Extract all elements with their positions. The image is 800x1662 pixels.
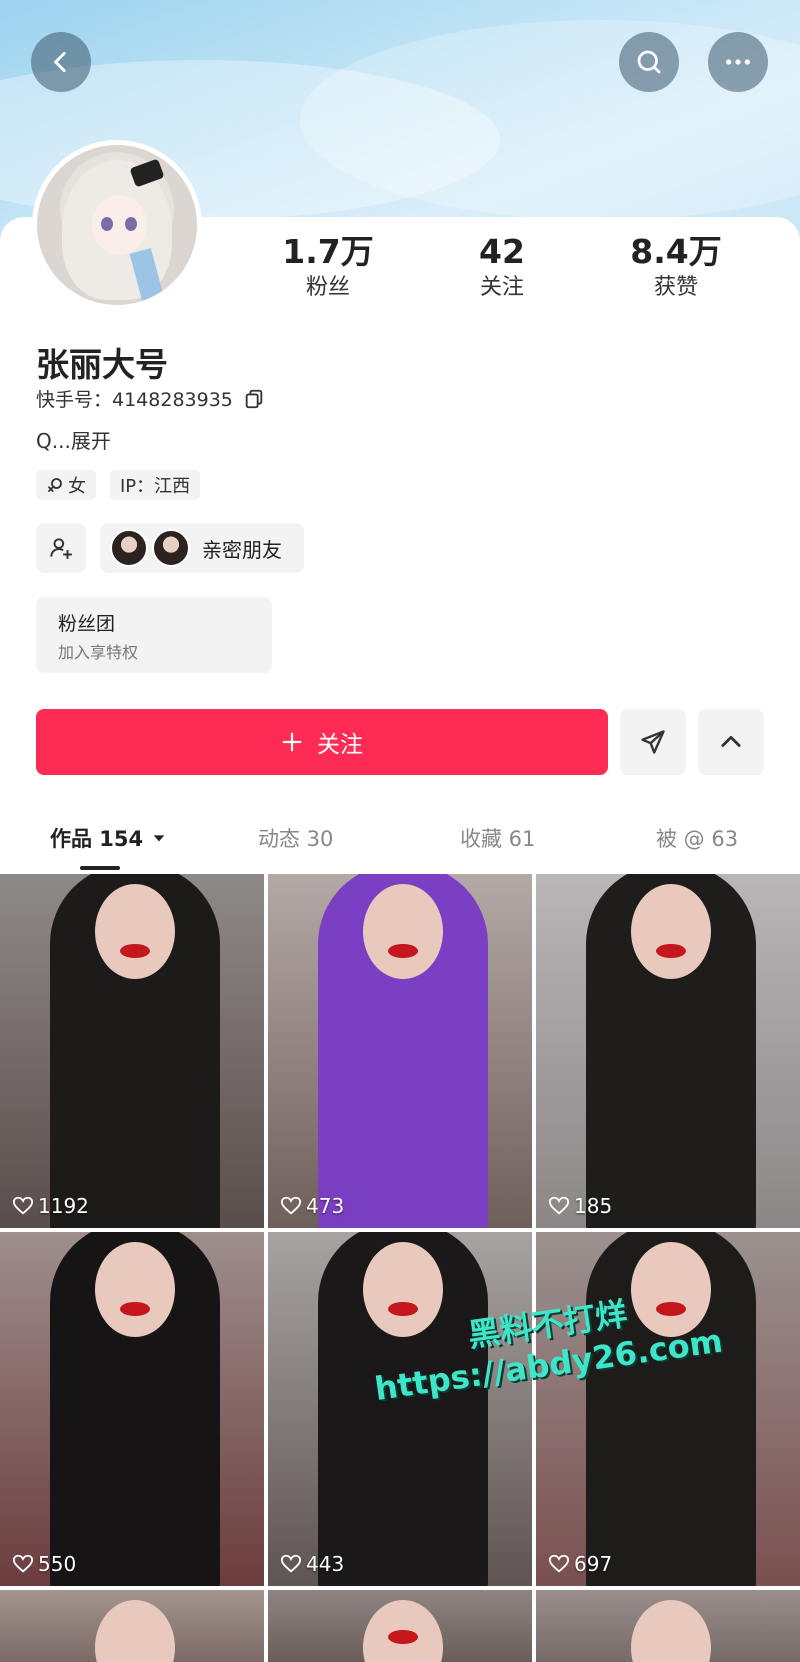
tab-mentions[interactable]: 被 @ 63 [656, 823, 738, 853]
stat-likes[interactable]: 8.4万 获赞 [596, 232, 756, 304]
heart-icon [12, 1196, 34, 1215]
tab-works-label: 作品 154 [50, 827, 144, 851]
post-likes-count: 185 [574, 1194, 613, 1218]
profile-name: 张丽大号 [36, 345, 168, 384]
likes-count: 8.4万 [630, 232, 722, 271]
followers-label: 粉丝 [305, 275, 350, 300]
post-likes-count: 550 [38, 1552, 77, 1576]
post-likes: 473 [280, 1194, 344, 1218]
post-tile[interactable]: 550 [0, 1232, 264, 1586]
post-tile[interactable]: 473 [268, 874, 532, 1228]
tab-moments[interactable]: 动态 30 [258, 823, 333, 853]
post-tile[interactable] [268, 1590, 532, 1662]
more-horizontal-icon [726, 59, 750, 65]
ip-text: IP：江西 [120, 476, 191, 497]
following-label: 关注 [479, 275, 524, 300]
female-icon [48, 478, 62, 492]
friend-avatar-2 [152, 529, 190, 567]
heart-icon [280, 1196, 302, 1215]
heart-icon [548, 1554, 570, 1573]
chevron-up-icon [721, 735, 741, 747]
bio-text[interactable]: Q...展开 [36, 425, 111, 454]
fan-group-title: 粉丝团 [58, 613, 116, 635]
post-likes: 550 [12, 1552, 76, 1576]
kuaishou-id-text: 快手号：4148283935 [36, 389, 233, 411]
post-likes-count: 1192 [38, 1194, 89, 1218]
heart-icon [280, 1554, 302, 1573]
caret-down-icon [153, 835, 165, 842]
stat-followers[interactable]: 1.7万 粉丝 [248, 232, 408, 304]
stat-following[interactable]: 42 关注 [422, 232, 582, 304]
back-button[interactable] [31, 32, 91, 92]
search-icon [637, 50, 661, 74]
heart-icon [548, 1196, 570, 1215]
avatar[interactable] [32, 140, 202, 310]
close-friends-label: 亲密朋友 [202, 537, 282, 562]
post-tile[interactable] [0, 1590, 264, 1662]
tab-active-indicator [80, 866, 120, 870]
fan-group-subtitle: 加入享特权 [58, 643, 139, 662]
chevron-left-icon [54, 51, 66, 73]
post-tile[interactable]: 185 [536, 874, 800, 1228]
followers-count: 1.7万 [282, 232, 374, 271]
content-tabs: 作品 154 动态 30 收藏 61 被 @ 63 [0, 815, 800, 875]
kuaishou-id: 快手号：4148283935 [36, 385, 265, 412]
post-likes-count: 697 [574, 1552, 613, 1576]
close-friends-button[interactable]: 亲密朋友 [100, 523, 304, 573]
ip-tag: IP：江西 [110, 470, 201, 500]
add-friend-button[interactable] [36, 523, 86, 573]
plus-icon [282, 732, 302, 752]
post-likes: 1192 [12, 1194, 89, 1218]
post-likes: 697 [548, 1552, 612, 1576]
tab-works[interactable]: 作品 154 [50, 823, 167, 853]
post-likes-count: 473 [306, 1194, 345, 1218]
search-button[interactable] [619, 32, 679, 92]
post-tile[interactable] [536, 1590, 800, 1662]
fan-group-card[interactable]: 粉丝团 加入享特权 [36, 597, 272, 673]
post-likes-count: 443 [306, 1552, 345, 1576]
post-likes: 443 [280, 1552, 344, 1576]
gender-text: 女 [68, 476, 86, 497]
heart-icon [12, 1554, 34, 1573]
follow-label: 关注 [317, 731, 363, 757]
posts-grid: 1192 473 185 550 443 697 [0, 874, 800, 1662]
following-count: 42 [479, 232, 525, 271]
post-likes: 185 [548, 1194, 612, 1218]
post-tile[interactable]: 1192 [0, 874, 264, 1228]
collapse-button[interactable] [698, 709, 764, 775]
add-user-icon [50, 538, 72, 559]
share-button[interactable] [620, 709, 686, 775]
follow-button[interactable]: 关注 [36, 709, 608, 775]
send-icon [641, 730, 665, 754]
gender-tag: 女 [36, 470, 96, 500]
post-tile[interactable]: 443 [268, 1232, 532, 1586]
friend-avatar-1 [110, 529, 148, 567]
copy-icon[interactable] [243, 388, 265, 410]
more-button[interactable] [708, 32, 768, 92]
likes-label: 获赞 [653, 275, 698, 300]
tab-favorites[interactable]: 收藏 61 [460, 823, 535, 853]
